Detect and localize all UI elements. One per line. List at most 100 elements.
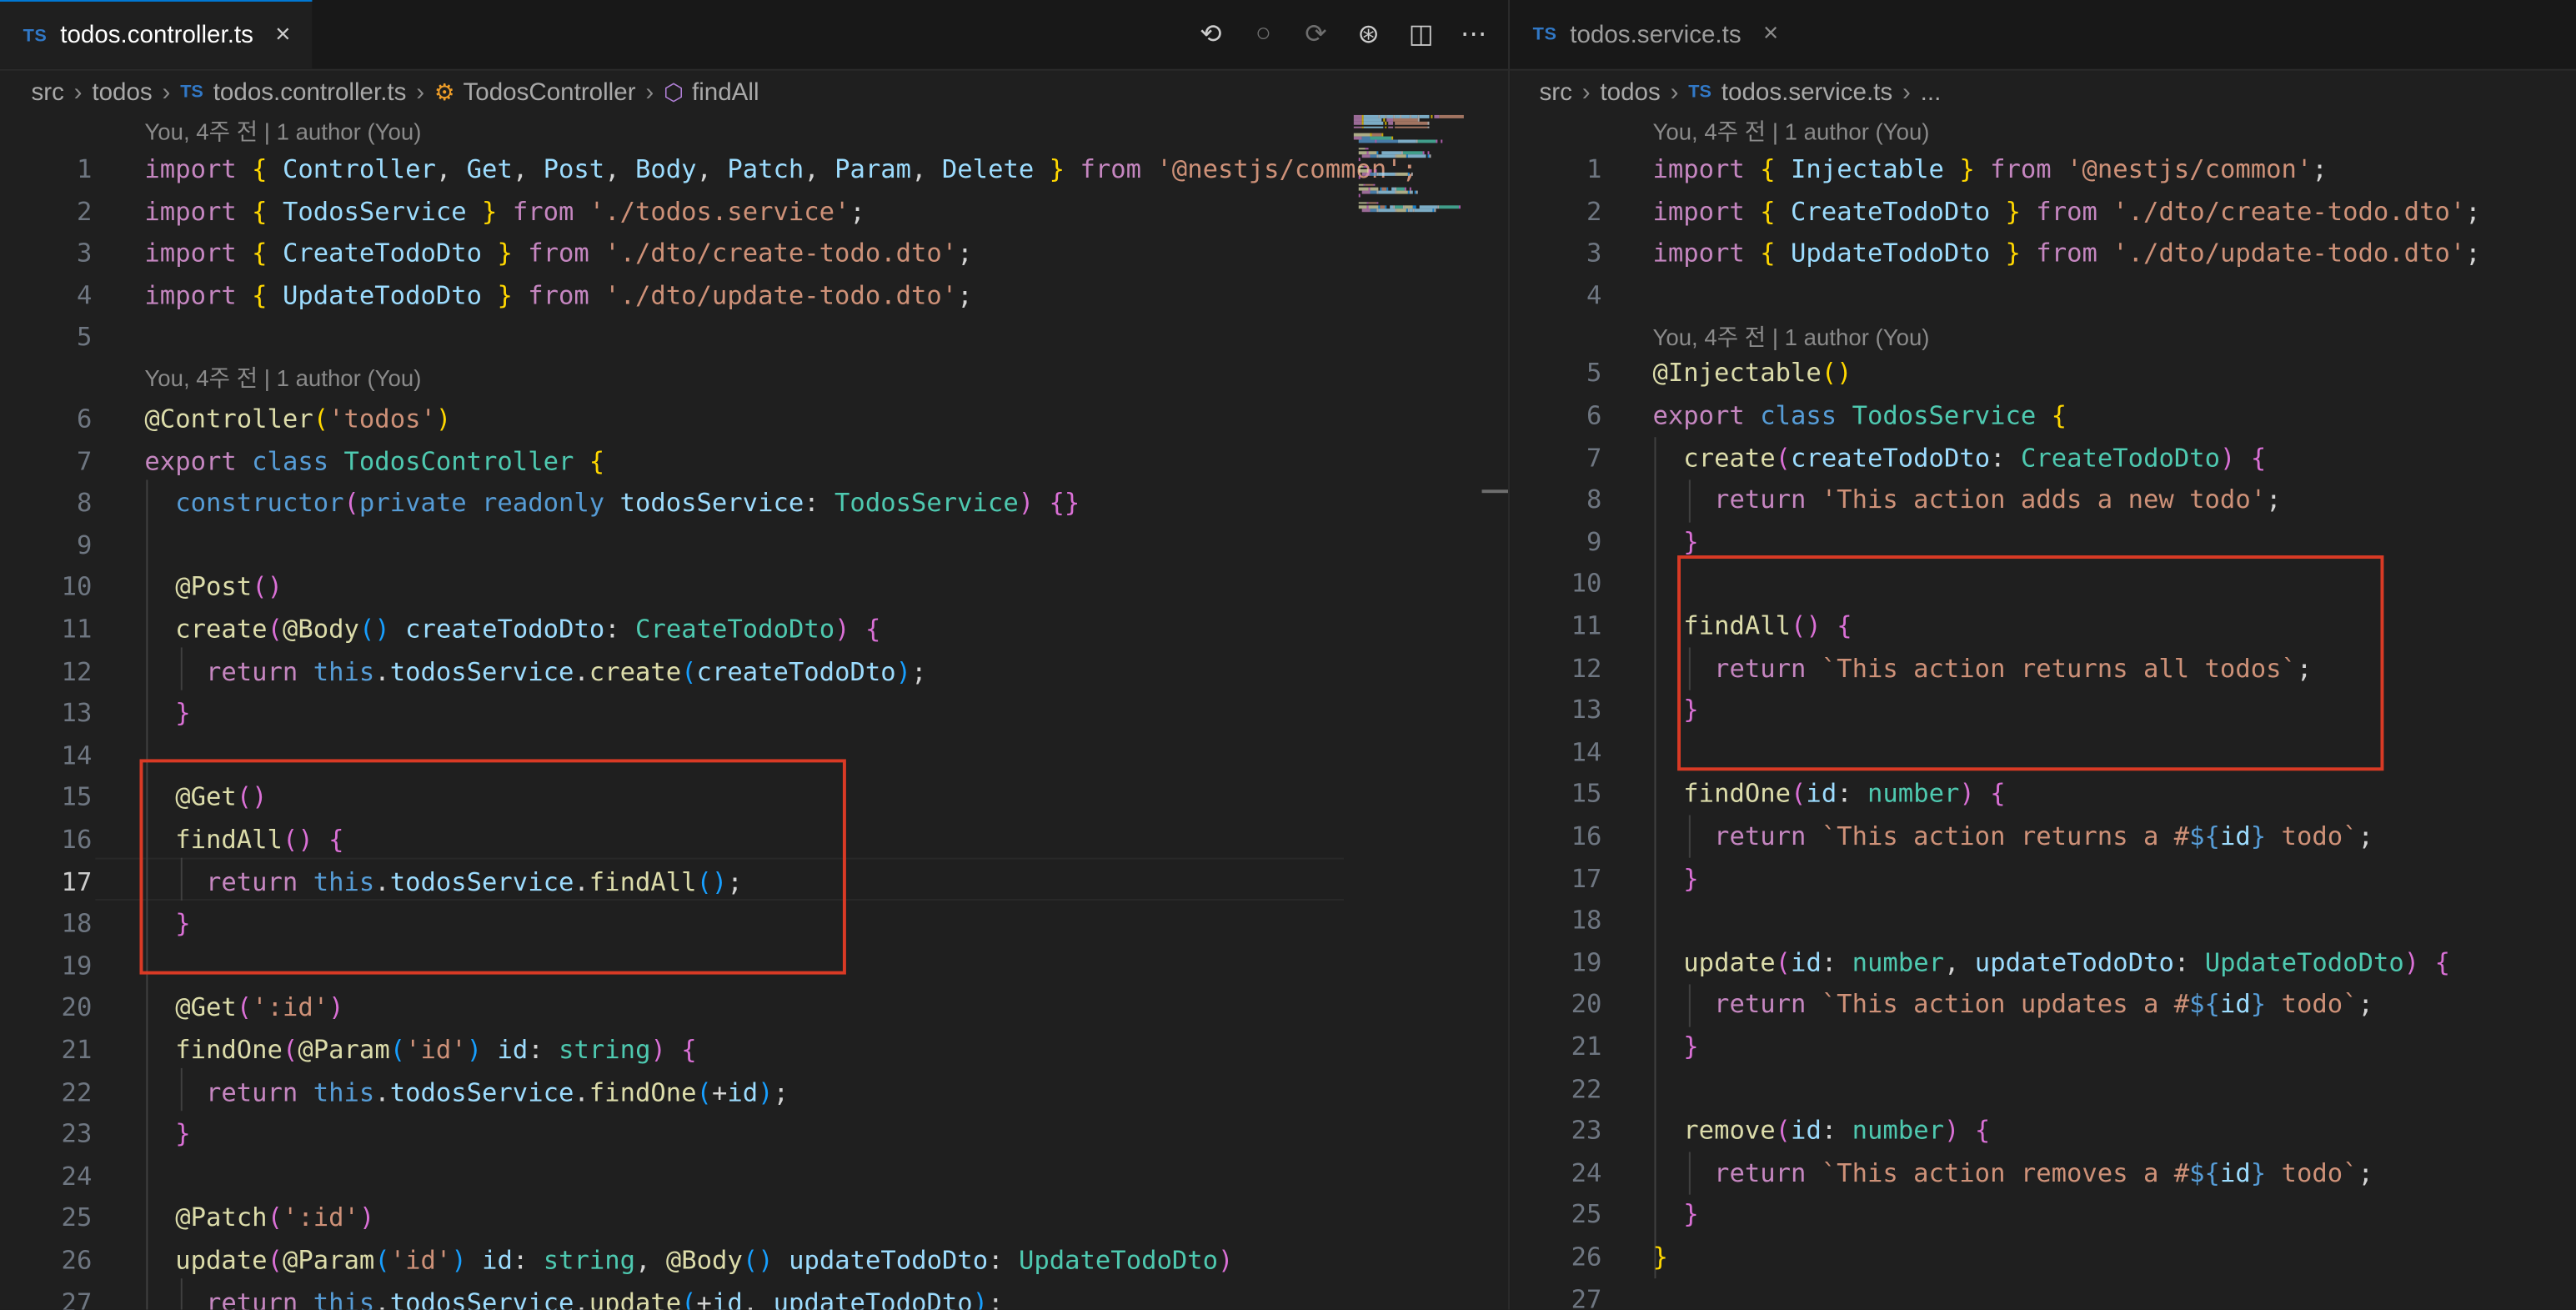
code-text: findOne(id: number) { — [1652, 775, 2005, 816]
code-line[interactable]: 4 import { UpdateTodoDto } from './dto/up… — [0, 276, 1347, 318]
code-line[interactable]: 6 @Controller('todos') — [0, 399, 1347, 441]
code-line[interactable]: 26} — [1510, 1237, 2576, 1279]
code-line[interactable]: 24 — [0, 1157, 1347, 1198]
close-icon[interactable]: × — [270, 21, 297, 50]
code-line[interactable]: 20 return `This action updates a #${id} … — [1510, 985, 2576, 1026]
breadcrumb-item[interactable]: src — [1540, 78, 1572, 107]
code-line[interactable]: 26 update(@Param('id') id: string, @Body… — [0, 1241, 1347, 1282]
code-line[interactable]: 7 export class TodosController { — [0, 441, 1347, 483]
code-line[interactable]: 17 } — [1510, 859, 2576, 901]
code-line[interactable]: 27 — [1510, 1279, 2576, 1309]
code-token: ; — [2358, 1157, 2373, 1188]
codelens-author[interactable]: You, 4주 전 | 1 author (You) — [144, 113, 421, 149]
go-back-icon[interactable]: ⟲ — [1196, 18, 1225, 51]
code-line[interactable]: 5 @Injectable() — [1510, 354, 2576, 395]
code-line[interactable]: 10 @Post() — [0, 568, 1347, 610]
code-line[interactable]: 15 findOne(id: number) { — [1510, 775, 2576, 816]
breadcrumb-item[interactable]: src — [31, 78, 63, 107]
code-line[interactable]: 1 import { Injectable } from '@nestjs/com… — [1510, 149, 2576, 191]
breadcrumb-item[interactable]: todos.controller.ts — [213, 78, 407, 107]
code-line[interactable]: 1 import { Controller, Get, Post, Body, P… — [0, 149, 1417, 191]
code-line[interactable]: 25 @Patch(':id') — [0, 1198, 1347, 1240]
code-token: todosService — [389, 656, 574, 686]
code-token: './dto/create-todo.dto' — [604, 238, 958, 269]
split-editor-icon[interactable]: ◫ — [1406, 18, 1436, 51]
code-line[interactable]: 8 return 'This action adds a new todo'; — [1510, 480, 2576, 522]
code-line[interactable]: 21 findOne(@Param('id') id: string) { — [0, 1031, 1347, 1072]
code-token: ( — [236, 993, 253, 1023]
code-token: , — [804, 154, 835, 184]
line-number: 4 — [1586, 280, 1602, 311]
code-line[interactable]: 22 return this.todosService.findOne(+id)… — [0, 1072, 1347, 1114]
code-token: id — [497, 1035, 529, 1065]
code-line[interactable]: 23 remove(id: number) { — [1510, 1112, 2576, 1153]
code-line[interactable]: 5 — [0, 318, 1347, 359]
breadcrumb-item[interactable]: ... — [1921, 78, 1942, 107]
line-number: 2 — [76, 196, 93, 227]
minimap-line — [1377, 173, 1396, 176]
code-line[interactable]: 20 @Get(':id') — [0, 988, 1347, 1030]
code-line[interactable]: 11 create(@Body() createTodoDto: CreateT… — [0, 610, 1347, 651]
breadcrumb-item[interactable]: todos — [1600, 78, 1660, 107]
codelens-author[interactable]: You, 4주 전 | 1 author (You) — [1652, 319, 1929, 354]
minimap-line — [1368, 151, 1376, 154]
minimap[interactable] — [1347, 112, 1486, 1310]
code-line[interactable]: 2 import { CreateTodoDto } from './dto/cr… — [1510, 192, 2576, 233]
code-line[interactable]: 24 return `This action removes a #${id} … — [1510, 1153, 2576, 1195]
code-token: + — [711, 1077, 728, 1107]
minimap-line — [1358, 151, 1367, 154]
breadcrumb-item[interactable]: todos.service.ts — [1722, 78, 1892, 107]
code-text: export class TodosController { — [144, 441, 604, 483]
code-line[interactable]: 18 — [1510, 901, 2576, 942]
minimap-line — [1376, 140, 1399, 143]
scrollbar-indicator[interactable] — [1481, 489, 1509, 494]
code-line[interactable]: 25 } — [1510, 1195, 2576, 1237]
line-number: 22 — [1571, 1074, 1602, 1104]
code-line[interactable]: 27 return this.todosService.update(+id, … — [0, 1282, 1347, 1309]
breadcrumb-item[interactable]: TodosController — [464, 78, 636, 107]
breadcrumb-item[interactable]: todos — [92, 78, 152, 107]
minimap-line — [1353, 125, 1363, 128]
code-text: import { Injectable } from '@nestjs/comm… — [1652, 149, 2327, 191]
code-line[interactable]: 13 } — [0, 694, 1347, 735]
code-line[interactable]: 8 constructor(private readonly todosServ… — [0, 484, 1347, 525]
code-token: 'id' — [405, 1035, 467, 1065]
code-line[interactable]: 6 export class TodosService { — [1510, 396, 2576, 438]
code-line[interactable]: 3 import { CreateTodoDto } from './dto/cr… — [0, 233, 1347, 275]
code-token: class — [1760, 400, 1852, 431]
tab-todos-controller[interactable]: TS todos.controller.ts × — [0, 0, 313, 69]
code-line[interactable]: 7 create(createTodoDto: CreateTodoDto) { — [1510, 438, 2576, 479]
code-text: } — [144, 694, 190, 735]
code-line[interactable]: 2 import { TodosService } from './todos.s… — [0, 192, 1347, 233]
minimap-line — [1371, 133, 1382, 136]
code-token: ( — [313, 404, 329, 434]
code-token: { — [252, 196, 283, 227]
tab-todos-service[interactable]: TS todos.service.ts × — [1510, 0, 1801, 69]
breadcrumb-item[interactable]: findAll — [692, 78, 759, 107]
go-to-change-icon[interactable]: ○ — [1249, 20, 1278, 49]
git-graph-icon[interactable]: ⊛ — [1354, 18, 1383, 51]
code-line[interactable]: 3 import { UpdateTodoDto } from './dto/up… — [1510, 233, 2576, 275]
editor-group-right: TS todos.service.ts × src › todos › TS t… — [1510, 0, 2576, 1310]
code-token: ) — [328, 993, 344, 1023]
code-line[interactable]: 9 — [0, 525, 1347, 567]
code-line[interactable]: 19 update(id: number, updateTodoDto: Upd… — [1510, 943, 2576, 985]
code-line[interactable]: 23 } — [0, 1114, 1347, 1156]
code-text: } — [144, 1114, 190, 1156]
highlight-box — [139, 759, 846, 975]
code-line[interactable]: 12 return this.todosService.create(creat… — [0, 652, 1347, 694]
minimap-line — [1396, 187, 1406, 190]
code-token: Injectable — [1791, 154, 1944, 184]
minimap-line — [1382, 151, 1402, 154]
more-actions-icon[interactable]: ⋯ — [1459, 18, 1488, 51]
close-icon[interactable]: × — [1757, 20, 1784, 49]
code-line[interactable]: 22 — [1510, 1069, 2576, 1111]
go-forward-icon[interactable]: ⟳ — [1301, 18, 1331, 51]
codelens-author[interactable]: You, 4주 전 | 1 author (You) — [1652, 113, 1929, 149]
code-line[interactable]: 16 return `This action returns a #${id} … — [1510, 816, 2576, 858]
codelens-author[interactable]: You, 4주 전 | 1 author (You) — [144, 360, 421, 396]
code-line[interactable]: 21 } — [1510, 1027, 2576, 1069]
code-line[interactable]: 4 — [1510, 276, 2576, 318]
